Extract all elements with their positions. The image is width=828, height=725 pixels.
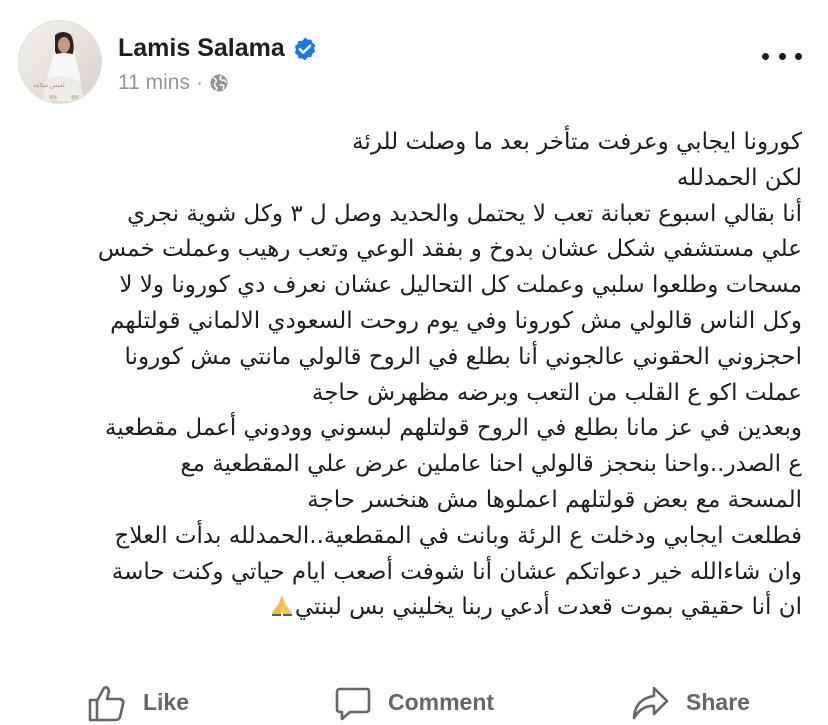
author-name-row[interactable]: Lamis Salama: [118, 34, 318, 63]
share-button[interactable]: Share: [552, 680, 828, 725]
share-arrow-icon: [632, 686, 669, 719]
avatar-image: لميس سلامة: [19, 21, 101, 103]
post-line: أنا بقالي اسبوع تعبانة تعب لا يحتمل والح…: [127, 200, 802, 227]
action-bar: Like Comment Share: [0, 680, 828, 725]
more-dot: [778, 52, 786, 60]
thumbs-up-icon: [88, 685, 125, 721]
post-line-text: ان أنا حقيقي بموت قعدت أدعي ربنا يخليني …: [294, 594, 802, 621]
post-line: كورونا ايجابي وعرفت متأخر بعد ما وصلت لل…: [352, 129, 802, 155]
comment-bubble-icon: [335, 687, 371, 720]
post-line: المسحة مع بعض قولتلهم اعملوها مش هنخسر ح…: [307, 486, 802, 513]
more-dot: [762, 52, 769, 60]
meta-separator: ·: [195, 71, 203, 94]
share-label: Share: [686, 689, 750, 715]
folded-hands-emoji-icon: [271, 595, 292, 617]
comment-button[interactable]: Comment: [276, 680, 552, 725]
more-options-icon[interactable]: [762, 46, 802, 66]
post-line: علي مستشفي شكل عشان بدوخ و بفقد الوعي وت…: [97, 236, 802, 263]
author-name[interactable]: Lamis Salama: [118, 34, 285, 63]
comment-label: Comment: [387, 689, 495, 715]
post-text: كورونا ايجابي وعرفت متأخر بعد ما وصلت لل…: [12, 125, 802, 626]
avatar-caption: لميس سلامة: [33, 82, 65, 89]
post-line: عملت اكو ع القلب من التعب وبرضه مظهرش حا…: [311, 379, 802, 406]
post-line: لكن الحمدلله: [676, 164, 802, 191]
post-line: ع الصدر..واحنا بنحجز قالولي احنا عاملين …: [180, 451, 802, 478]
avatar[interactable]: لميس سلامة: [18, 20, 102, 104]
verified-badge-icon: [294, 37, 315, 60]
post-meta: 11 mins ·: [118, 71, 229, 95]
like-label: Like: [142, 689, 190, 715]
post-timestamp[interactable]: 11 mins: [118, 71, 190, 95]
post-line: وبعدين في عز مانا بطلع في الروح قولتلهم …: [104, 415, 802, 442]
globe-icon[interactable]: [209, 73, 229, 93]
post-line-last: ان أنا حقيقي بموت قعدت أدعي ربنا يخليني …: [12, 590, 802, 626]
post-line: احجزوني الحقوني عالجوني أنا بطلع في الرو…: [124, 343, 802, 370]
post-line: مسحات وطلعوا سلبي وعملت كل التحاليل عشان…: [119, 272, 802, 299]
post-line: وان شاءالله خير دعواتكم عشان أنا شوفت أص…: [111, 558, 802, 585]
post-line: وكل الناس قالولي مش كورونا وفي يوم روحت …: [110, 307, 802, 334]
more-dot: [795, 52, 802, 60]
like-button[interactable]: Like: [0, 680, 276, 725]
post-line: فطلعت ايجابي ودخلت ع الرئة وبانت في المق…: [114, 522, 802, 549]
post-card: لميس سلامة Lamis Salama 11 mins · كورونا…: [0, 0, 828, 725]
